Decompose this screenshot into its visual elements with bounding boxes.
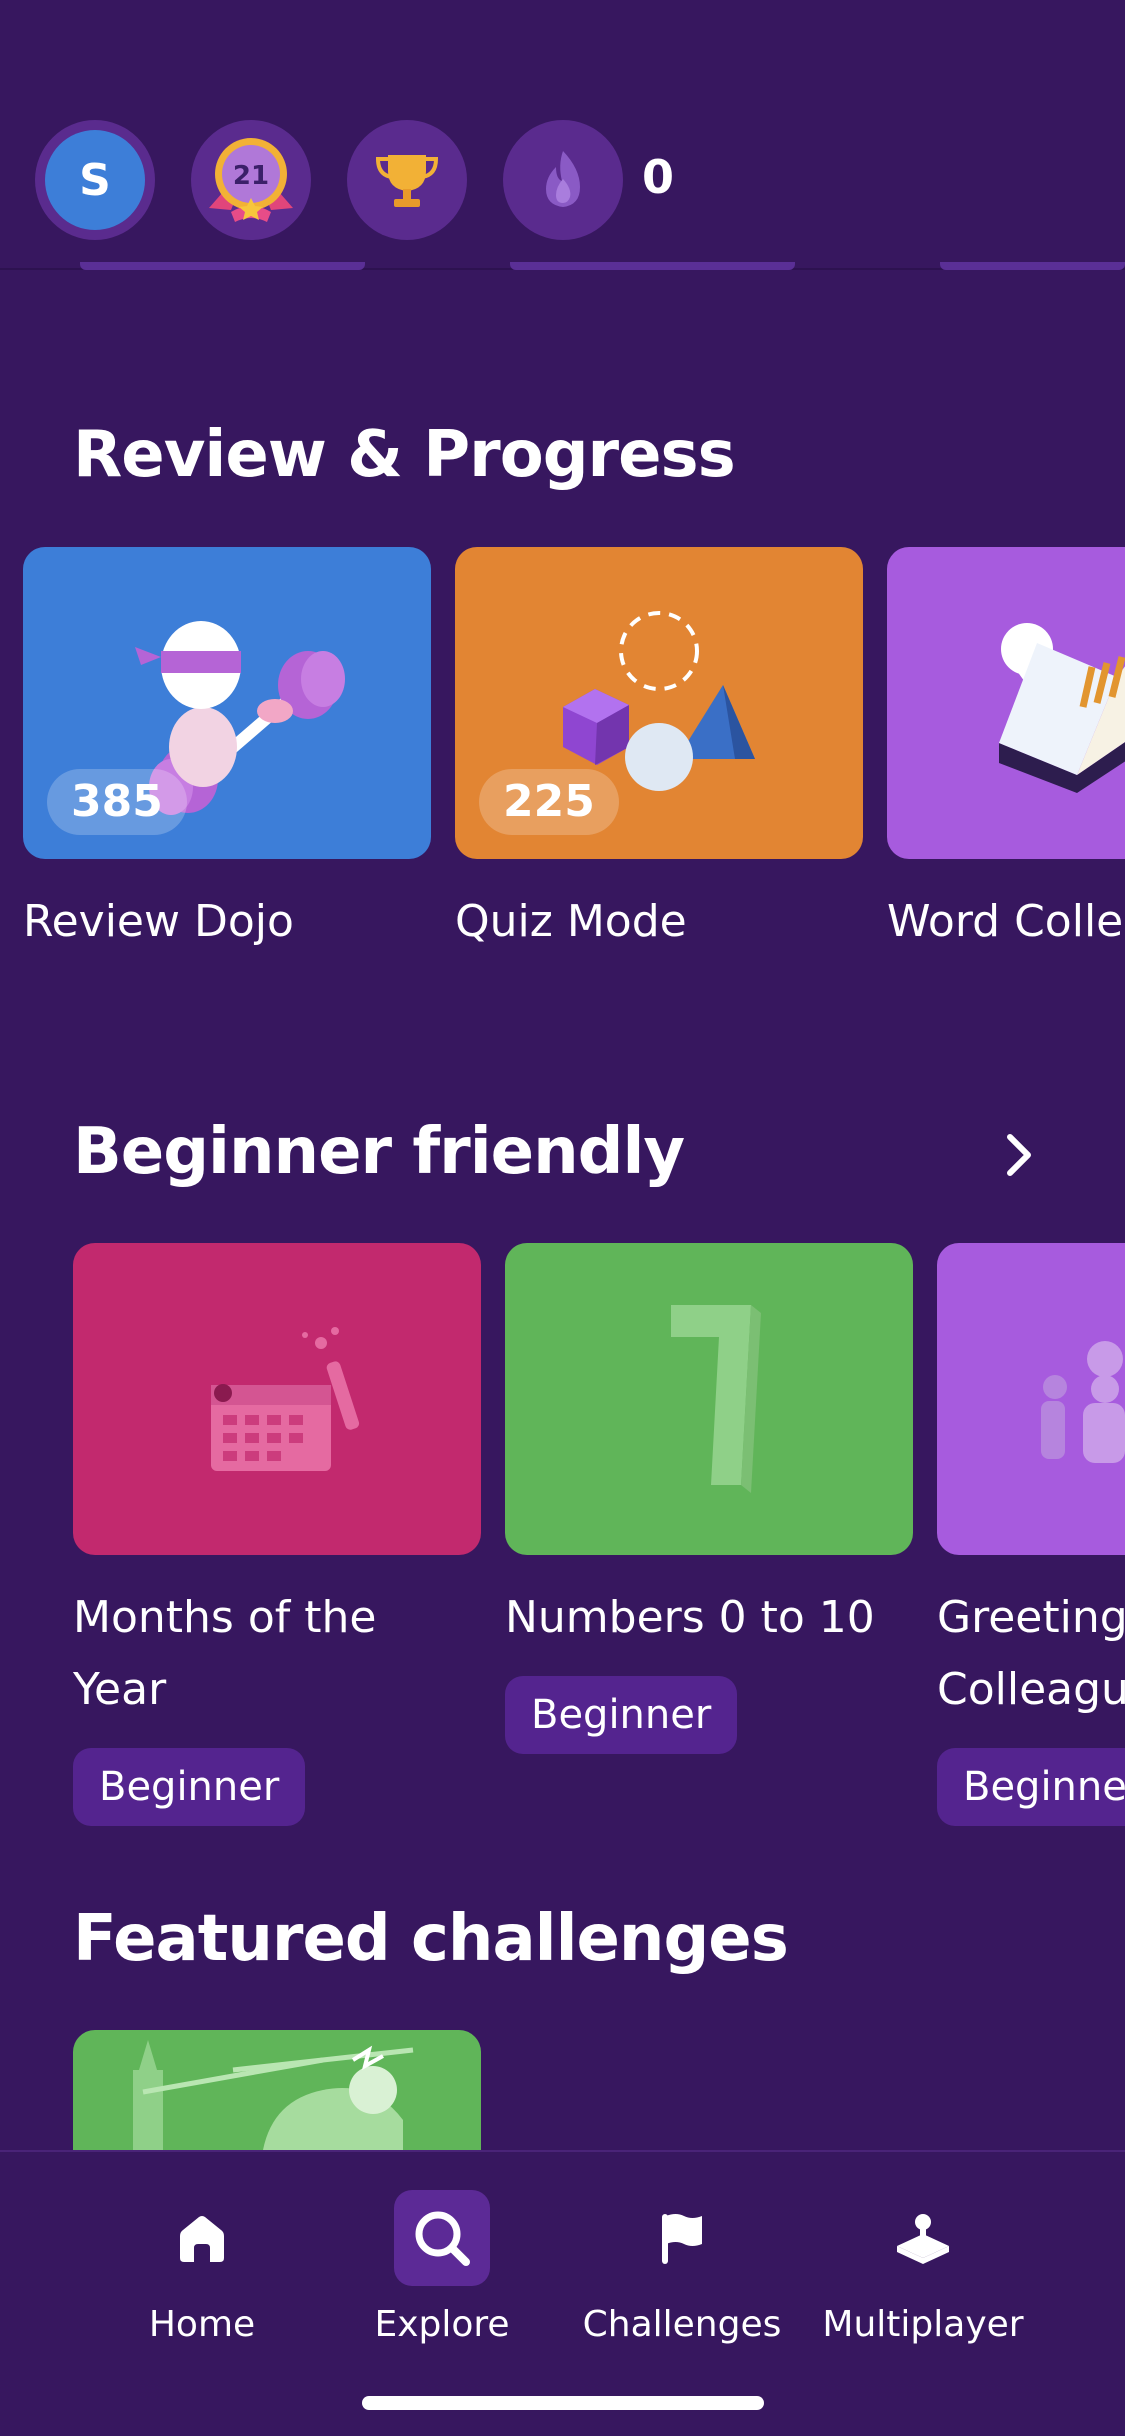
level-number: 21: [233, 161, 269, 191]
streak-count: 0: [642, 150, 675, 204]
nav-challenges[interactable]: Challenges: [572, 2190, 792, 2345]
greeting-colleagues-label-line2: Colleagu: [937, 1664, 1125, 1715]
review-count-badge: 385: [47, 769, 187, 835]
nav-explore-label: Explore: [374, 2304, 510, 2345]
profile-avatar-button[interactable]: S: [35, 120, 155, 240]
quiz-count-badge: 225: [479, 769, 619, 835]
quiz-mode-card[interactable]: 225: [455, 547, 863, 859]
joystick-icon: [875, 2190, 971, 2286]
streak-button[interactable]: [503, 120, 623, 240]
level-badge: Beginner: [73, 1748, 306, 1826]
word-collection-label: Word Colle: [887, 896, 1124, 947]
carousel-edge-hint: [510, 262, 795, 270]
months-of-year-label-line1: Months of the: [73, 1592, 377, 1643]
search-icon: [394, 2190, 490, 2286]
nav-home-label: Home: [148, 2304, 256, 2345]
greeting-colleagues-card[interactable]: [937, 1243, 1125, 1555]
section-title-featured: Featured challenges: [73, 1902, 789, 1976]
carousel-edge-hint: [80, 262, 365, 270]
book-illustration: [999, 623, 1125, 793]
people-illustration: [1041, 1341, 1125, 1463]
section-title-review: Review & Progress: [73, 418, 736, 492]
top-status-bar: S 21 0: [0, 0, 1125, 270]
number-one-illustration: [671, 1305, 761, 1493]
chevron-right-icon[interactable]: [990, 1125, 1050, 1185]
level-medal-icon: 21: [209, 138, 293, 222]
numbers-label: Numbers 0 to 10: [505, 1592, 875, 1643]
review-dojo-label: Review Dojo: [23, 896, 294, 947]
trophy-button[interactable]: [347, 120, 467, 240]
level-button[interactable]: 21: [191, 120, 311, 240]
avatar: S: [45, 130, 145, 230]
greeting-colleagues-label-line1: Greeting: [937, 1592, 1125, 1643]
level-badge: Beginner: [937, 1748, 1125, 1826]
flag-icon: [634, 2190, 730, 2286]
home-icon: [154, 2190, 250, 2286]
nav-multiplayer[interactable]: Multiplayer: [813, 2190, 1033, 2345]
level-badge: Beginner: [505, 1676, 738, 1754]
months-of-year-label-line2: Year: [73, 1664, 167, 1715]
featured-challenge-card[interactable]: [73, 2030, 481, 2150]
nav-multiplayer-label: Multiplayer: [822, 2304, 1024, 2345]
quiz-mode-label: Quiz Mode: [455, 896, 687, 947]
word-collection-card[interactable]: [887, 547, 1125, 859]
flame-icon: [546, 151, 580, 207]
challenge-illustration: [133, 2040, 414, 2150]
nav-home[interactable]: Home: [92, 2190, 312, 2345]
review-dojo-card[interactable]: 385: [23, 547, 431, 859]
calendar-illustration: [211, 1327, 360, 1471]
months-of-year-card[interactable]: [73, 1243, 481, 1555]
home-indicator: [362, 2396, 764, 2410]
carousel-edge-hint: [940, 262, 1125, 270]
nav-explore[interactable]: Explore: [332, 2190, 552, 2345]
numbers-card[interactable]: [505, 1243, 913, 1555]
trophy-icon: [375, 155, 439, 207]
nav-challenges-label: Challenges: [582, 2304, 782, 2345]
section-title-beginner: Beginner friendly: [73, 1115, 685, 1189]
